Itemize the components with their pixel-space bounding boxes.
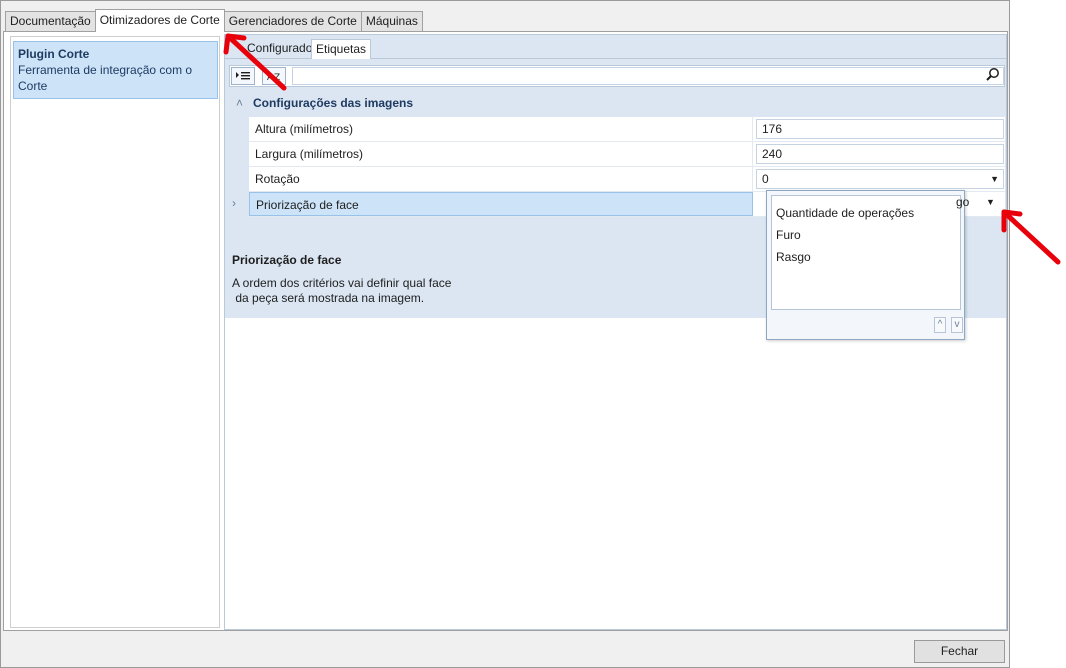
chevron-up-icon[interactable]: ˄ [236, 93, 243, 113]
svg-text:Z: Z [274, 73, 280, 83]
plugin-description-line1: Ferramenta de integração com o [18, 63, 193, 77]
plugin-title: Plugin Corte [18, 47, 90, 61]
move-up-button[interactable]: ^ [934, 317, 946, 333]
tab-otimizadores-de-corte[interactable]: Otimizadores de Corte [94, 9, 225, 32]
priorizacao-value[interactable]: go ▼ [956, 193, 1002, 211]
property-row-rotacao[interactable]: Rotação 0 ▼ [249, 167, 1005, 192]
plugin-description-line2: Corte [18, 79, 48, 93]
search-icon[interactable] [985, 67, 1001, 82]
tab-etiquetas[interactable]: Etiquetas [311, 39, 372, 60]
categorized-icon[interactable] [231, 67, 255, 85]
annotation-arrow-dropdown [1001, 209, 1061, 265]
property-name: Rotação [249, 167, 753, 191]
plugin-list: Plugin Corte Ferramenta de integração co… [10, 36, 220, 628]
plugin-item-corte[interactable]: Plugin Corte Ferramenta de integração co… [13, 41, 218, 99]
svg-text:A: A [267, 73, 274, 83]
property-value-text: 0 [762, 172, 769, 186]
priorizacao-dropdown-popup: Quantidade de operações Furo Rasgo ^ v [766, 190, 965, 340]
close-button[interactable]: Fechar [914, 640, 1005, 663]
category-label: Configurações das imagens [253, 96, 414, 110]
property-row-largura[interactable]: Largura (milímetros) 240 [249, 142, 1005, 167]
sort-az-icon-glyph: A Z [267, 73, 280, 83]
tab-maquinas[interactable]: Máquinas [360, 11, 423, 31]
list-item[interactable]: Rasgo [776, 246, 956, 268]
tab-documentacao[interactable]: Documentação [5, 11, 96, 31]
inner-tabbar: Configurador Etiquetas [225, 35, 1006, 60]
dropdown-arrow-icon[interactable]: ▼ [990, 170, 999, 188]
property-toolbar: A Z [229, 65, 1005, 87]
categorized-icon-glyph [236, 72, 250, 80]
priorizacao-list[interactable]: Quantidade de operações Furo Rasgo [771, 195, 961, 310]
property-row-altura[interactable]: Altura (milímetros) 176 [249, 117, 1005, 142]
main-tabbar: Documentação Otimizadores de Corte Geren… [5, 9, 423, 32]
search-input[interactable] [292, 67, 1004, 85]
sort-az-icon[interactable]: A Z [262, 67, 286, 85]
list-item[interactable]: Furo [776, 224, 956, 246]
property-value-altura[interactable]: 176 [756, 119, 1004, 139]
property-name: Largura (milímetros) [249, 142, 753, 166]
property-value-largura[interactable]: 240 [756, 144, 1004, 164]
dropdown-arrow-icon[interactable]: ▼ [986, 193, 995, 211]
property-name: Priorização de face [249, 192, 753, 216]
property-name: Altura (milímetros) [249, 117, 753, 141]
move-down-button[interactable]: v [951, 317, 963, 333]
property-value-text: go [956, 195, 970, 209]
category-configuracoes-imagens[interactable]: ˄ Configurações das imagens [229, 93, 1005, 113]
tab-gerenciadores-de-corte[interactable]: Gerenciadores de Corte [223, 11, 362, 31]
property-value-rotacao[interactable]: 0 ▼ [756, 169, 1004, 189]
chevron-right-icon[interactable]: › [232, 196, 236, 210]
list-item[interactable]: Quantidade de operações [776, 202, 956, 224]
tab-configurador[interactable]: Configurador [243, 39, 320, 59]
